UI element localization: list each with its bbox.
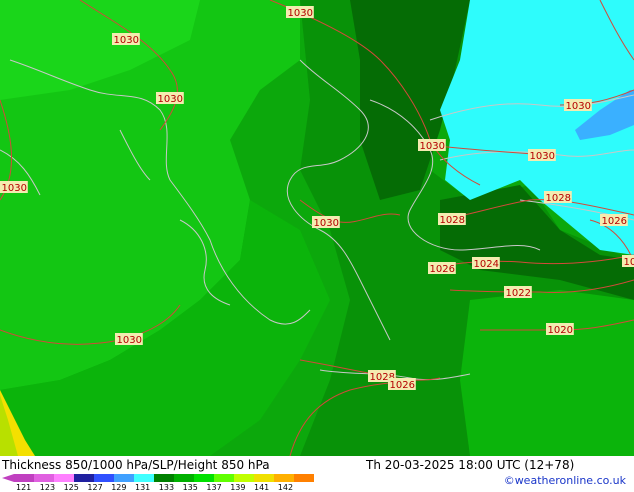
scale-tick-label: 133 <box>159 483 174 492</box>
weather-map: 1030 1030 1030 1030 1030 1030 1030 1030 1028 1026… <box>0 0 634 456</box>
isobar-label: 1024 <box>474 259 499 270</box>
scale-swatch <box>94 474 114 482</box>
isobar-label: 1030 <box>530 151 555 162</box>
isobar-label: 1026 <box>602 216 627 227</box>
isobar-label: 1030 <box>114 35 139 46</box>
isobar-label: 1026 <box>390 380 415 391</box>
scale-tick-label: 135 <box>183 483 198 492</box>
isobar-label: 1026 <box>430 264 455 275</box>
isobar-label: 1030 <box>117 335 142 346</box>
legend-footer: Thickness 850/1000 hPa/SLP/Height 850 hP… <box>0 456 634 490</box>
scale-tick-label: 141 <box>254 483 269 492</box>
scale-swatch <box>254 474 274 482</box>
scale-swatch <box>134 474 154 482</box>
isobar-label: 1028 <box>440 215 465 226</box>
scale-swatch <box>234 474 254 482</box>
scale-swatch <box>34 474 54 482</box>
scale-swatch <box>74 474 94 482</box>
isobar-label: 1030 <box>420 141 445 152</box>
scale-tick-label: 137 <box>206 483 221 492</box>
scale-left-arrow <box>2 474 14 482</box>
color-scale <box>14 474 314 482</box>
scale-swatch <box>114 474 134 482</box>
map-title: Thickness 850/1000 hPa/SLP/Height 850 hP… <box>2 458 270 472</box>
isobar-label: 1022 <box>506 288 531 299</box>
scale-tick-label: 123 <box>40 483 55 492</box>
southeast-green-region <box>460 290 634 456</box>
scale-swatch <box>274 474 294 482</box>
scale-tick-label: 139 <box>230 483 245 492</box>
scale-tick-label: 142 <box>278 483 293 492</box>
scale-ticks: 121 123 125 127 129 131 133 135 137 139 141 142 <box>0 483 330 492</box>
credit-link[interactable]: ©weatheronline.co.uk <box>504 474 626 487</box>
isobar-label: 1030 <box>288 8 313 19</box>
forecast-datetime: Th 20-03-2025 18:00 UTC (12+78) <box>366 458 574 472</box>
scale-swatch <box>294 474 314 482</box>
scale-tick-label: 129 <box>111 483 126 492</box>
scale-swatch <box>194 474 214 482</box>
scale-swatch <box>14 474 34 482</box>
scale-swatch <box>174 474 194 482</box>
scale-tick-label: 127 <box>87 483 102 492</box>
isobar-label: 1030 <box>314 218 339 229</box>
isobar-label: 1030 <box>2 183 27 194</box>
scale-swatch <box>154 474 174 482</box>
scale-tick-label: 121 <box>16 483 31 492</box>
scale-tick-label: 125 <box>64 483 79 492</box>
isobar-label: 1030 <box>566 101 591 112</box>
scale-swatch <box>214 474 234 482</box>
scale-tick-label: 131 <box>135 483 150 492</box>
isobar-label: 1020 <box>548 325 573 336</box>
isobar-label: 1030 <box>158 94 183 105</box>
isobar-label: 1026 <box>624 257 634 268</box>
scale-swatch <box>54 474 74 482</box>
isobar-label: 1028 <box>546 193 571 204</box>
